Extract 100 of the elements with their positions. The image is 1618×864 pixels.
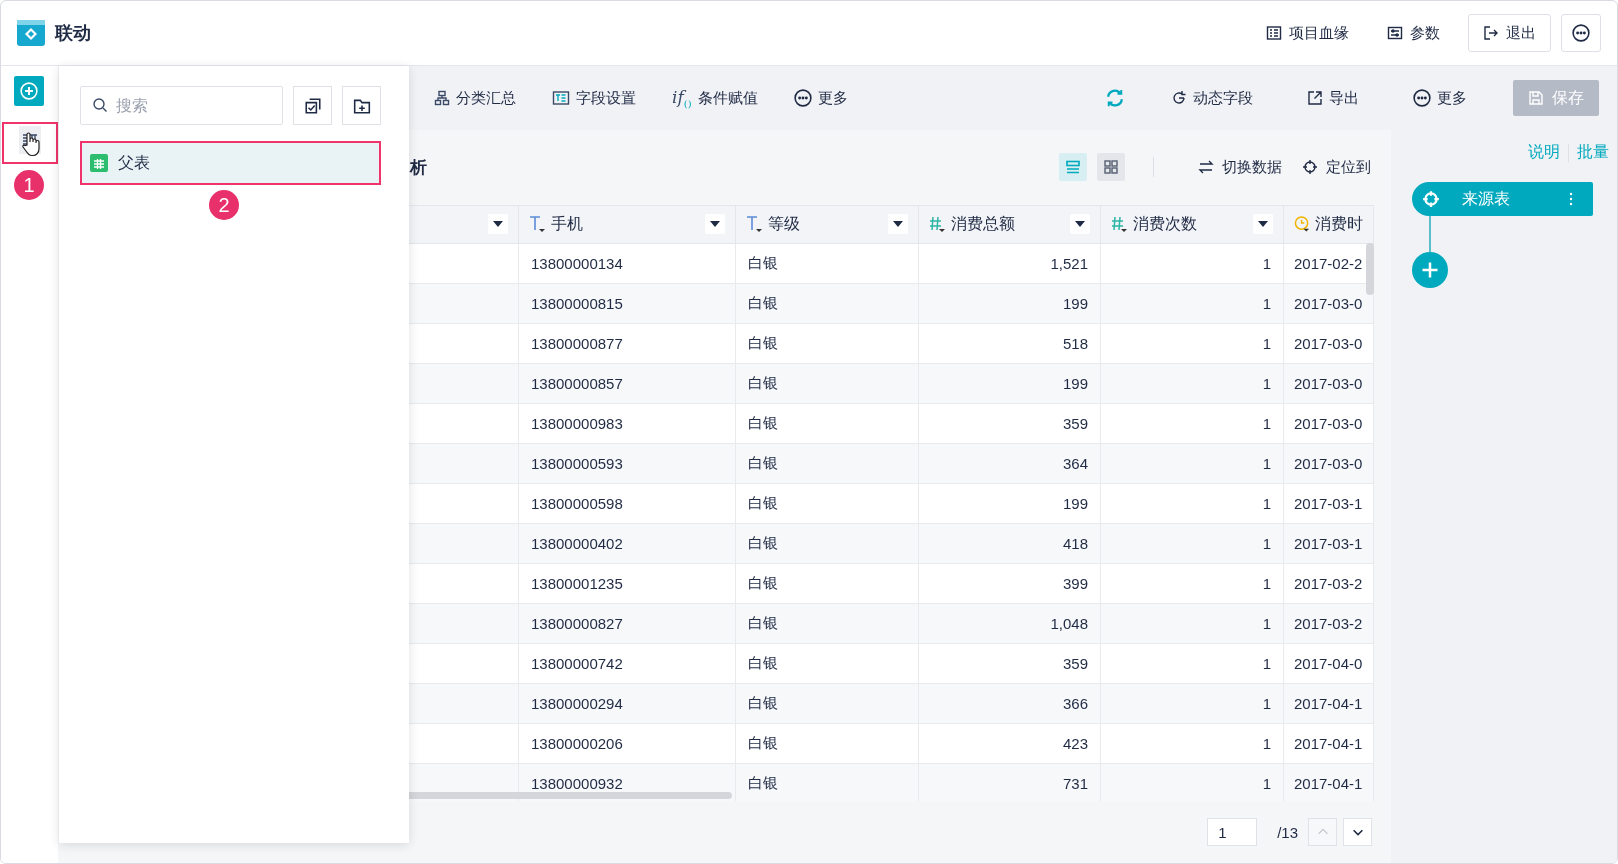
column-header[interactable]: 消费总额: [918, 205, 1101, 244]
dropdown-button[interactable]: [888, 214, 908, 235]
table-cell: 1: [1100, 683, 1284, 724]
table-cell: 1: [1100, 403, 1284, 444]
more-button[interactable]: 更多: [785, 81, 856, 115]
hand-cursor-icon: [21, 131, 41, 157]
search-icon: [92, 97, 108, 113]
search-field[interactable]: 搜索: [80, 86, 283, 125]
table-cell: 13800000206: [518, 723, 736, 764]
sliders-icon: [1387, 25, 1403, 41]
table-cell: 13800000983: [518, 403, 736, 444]
field-settings-icon: [552, 90, 570, 106]
table-cell: 13800001235: [518, 563, 736, 604]
column-header[interactable]: 消费时: [1283, 205, 1374, 244]
table-list-item[interactable]: 父表: [80, 141, 381, 185]
dynamic-button[interactable]: 动态字段: [1163, 81, 1261, 115]
table-cell: 13800000402: [518, 523, 736, 564]
section-title: 析: [410, 156, 428, 179]
table-cell: 13800000827: [518, 603, 736, 644]
page-input[interactable]: 1: [1207, 818, 1258, 847]
refresh-icon: [1105, 88, 1125, 108]
switch-button[interactable]: 切换数据: [1198, 157, 1282, 177]
table-cell: 359: [918, 403, 1101, 444]
plus-circle-icon: [20, 82, 38, 100]
highlight-frame: [2, 122, 58, 164]
table-cell: 199: [918, 483, 1101, 524]
vertical-scrollbar[interactable]: [1366, 242, 1374, 295]
column-header[interactable]: 手机: [518, 205, 736, 244]
export-icon: [1307, 90, 1323, 106]
table-cell: 2017-04-1: [1283, 683, 1374, 724]
if-icon: if$_{()}$: [672, 86, 692, 110]
floppy-icon: [1528, 90, 1544, 106]
plus-icon: [1420, 260, 1440, 280]
add-node-button[interactable]: [1412, 252, 1448, 288]
more-options-button[interactable]: [1561, 14, 1601, 52]
fields-button[interactable]: 字段设置: [544, 81, 644, 115]
hash-icon: [929, 214, 947, 235]
more-icon: [1413, 89, 1431, 107]
table-cell: 白银: [735, 683, 919, 724]
refresh-button[interactable]: [1105, 88, 1125, 108]
table-cell: 13800000294: [518, 683, 736, 724]
table-cell: 1: [1100, 563, 1284, 604]
export-button[interactable]: 导出: [1299, 81, 1367, 115]
connector-line: [1429, 216, 1431, 252]
next-page-button[interactable]: [1343, 818, 1372, 847]
table-cell: 2017-03-2: [1283, 603, 1374, 644]
table-cell: 白银: [735, 363, 919, 404]
caret-icon: [1075, 221, 1085, 228]
dropdown-button[interactable]: [1070, 214, 1090, 235]
table-cell: 359: [918, 643, 1101, 684]
params-button[interactable]: 参数: [1377, 14, 1450, 52]
multi-check-icon: [303, 96, 322, 115]
table-cell: 1: [1100, 363, 1284, 404]
table-cell: 白银: [735, 643, 919, 684]
table-cell: 白银: [735, 243, 919, 284]
column-header[interactable]: 等级: [735, 205, 919, 244]
dropdown-button[interactable]: [488, 214, 508, 235]
condition-button[interactable]: if$_{()}$ 条件赋值: [664, 81, 766, 115]
page-total: /13: [1277, 823, 1298, 841]
lineage-button[interactable]: 项目血缘: [1256, 14, 1359, 52]
swap-arrows-icon: [1198, 159, 1214, 176]
window-title: 联动: [55, 22, 92, 45]
table-cell: 2017-03-0: [1283, 363, 1374, 404]
table-cell: 366: [918, 683, 1101, 724]
caret-icon: [893, 221, 903, 228]
table-cell: 白银: [735, 323, 919, 364]
step-badge: 1: [14, 170, 44, 200]
dropdown-button[interactable]: [705, 214, 725, 235]
exit-icon: [1483, 25, 1499, 41]
grid-view-button[interactable]: [1097, 153, 1125, 182]
new-folder-button[interactable]: [342, 86, 381, 125]
column-header[interactable]: 消费次数: [1100, 205, 1284, 244]
table-cell: 423: [918, 723, 1101, 764]
table-cell: 1: [1100, 643, 1284, 684]
table-cell: 2017-04-1: [1283, 723, 1374, 764]
table-cell: 1: [1100, 243, 1284, 284]
table-cell: 白银: [735, 403, 919, 444]
more-button[interactable]: 更多: [1405, 81, 1475, 115]
step-badge: 2: [209, 190, 239, 220]
table-cell: 13800000742: [518, 643, 736, 684]
hash-icon: [1111, 214, 1129, 235]
group-button[interactable]: 分类汇总: [426, 81, 524, 115]
list-view-button[interactable]: [1059, 153, 1087, 182]
table-cell: 白银: [735, 283, 919, 324]
table-cell: 2017-03-1: [1283, 523, 1374, 564]
more-icon: [793, 89, 812, 107]
exit-button[interactable]: 退出: [1468, 14, 1551, 52]
table-cell: 2017-03-0: [1283, 283, 1374, 324]
add-button[interactable]: [14, 76, 44, 106]
batch-select-button[interactable]: [293, 86, 332, 125]
locate-button[interactable]: 定位到: [1302, 157, 1371, 177]
table-cell: 白银: [735, 603, 919, 644]
table-cell: 1: [1100, 603, 1284, 644]
table-cell: 2017-03-0: [1283, 403, 1374, 444]
table-cell: 1: [1100, 763, 1284, 802]
table-cell: 白银: [735, 763, 919, 802]
table-cell: 白银: [735, 483, 919, 524]
grid-icon: [1103, 159, 1119, 176]
table-cell: 2017-03-1: [1283, 483, 1374, 524]
dropdown-button[interactable]: [1253, 214, 1273, 235]
